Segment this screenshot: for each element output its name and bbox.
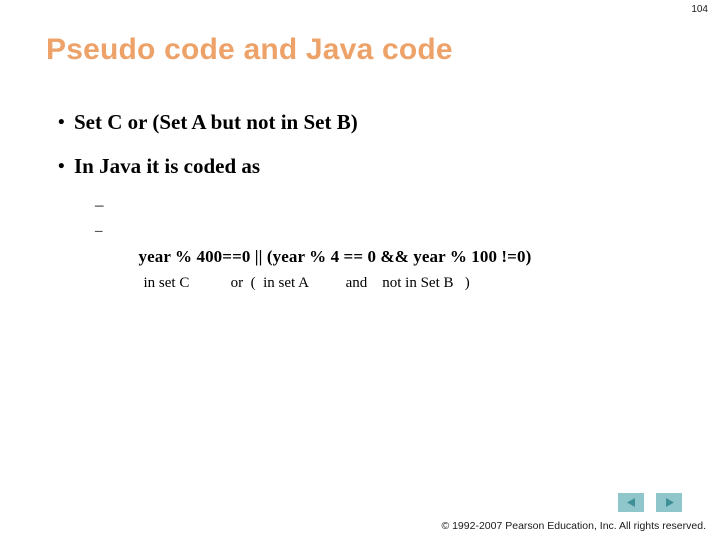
triangle-right-icon [663,496,676,509]
bullet-list: • Set C or (Set A but not in Set B) • In… [0,108,720,181]
slide-navigation [618,493,682,512]
java-code-expression: year % 400==0 || (year % 4 == 0 && year … [138,247,532,266]
pseudo-code-gloss: in set C or ( in set A and not in Set B … [143,275,470,291]
list-item: – in set C or ( in set A and not in Set … [0,218,720,291]
slide-canvas: 104 Pseudo code and Java code • Set C or… [0,0,720,540]
triangle-left-icon [625,496,638,509]
list-item: – year % 400==0 || (year % 4 == 0 && yea… [0,192,720,266]
list-item-label: In Java it is coded as [74,154,261,178]
bullet-dot-icon: • [58,156,65,177]
list-item: • Set C or (Set A but not in Set B) [0,108,720,137]
dash-bullet-icon: – [95,223,103,239]
copyright-notice: © 1992-2007 Pearson Education, Inc. All … [441,520,706,532]
bullet-dot-icon: • [58,112,65,133]
list-item-label: Set C or (Set A but not in Set B) [74,110,358,134]
sub-bullet-list: – year % 400==0 || (year % 4 == 0 && yea… [0,192,720,291]
previous-slide-button[interactable] [618,493,644,512]
page-number: 104 [691,4,708,15]
next-slide-button[interactable] [656,493,682,512]
page-title: Pseudo code and Java code [46,33,453,66]
list-item: • In Java it is coded as [0,152,720,181]
dash-bullet-icon: – [95,195,104,214]
